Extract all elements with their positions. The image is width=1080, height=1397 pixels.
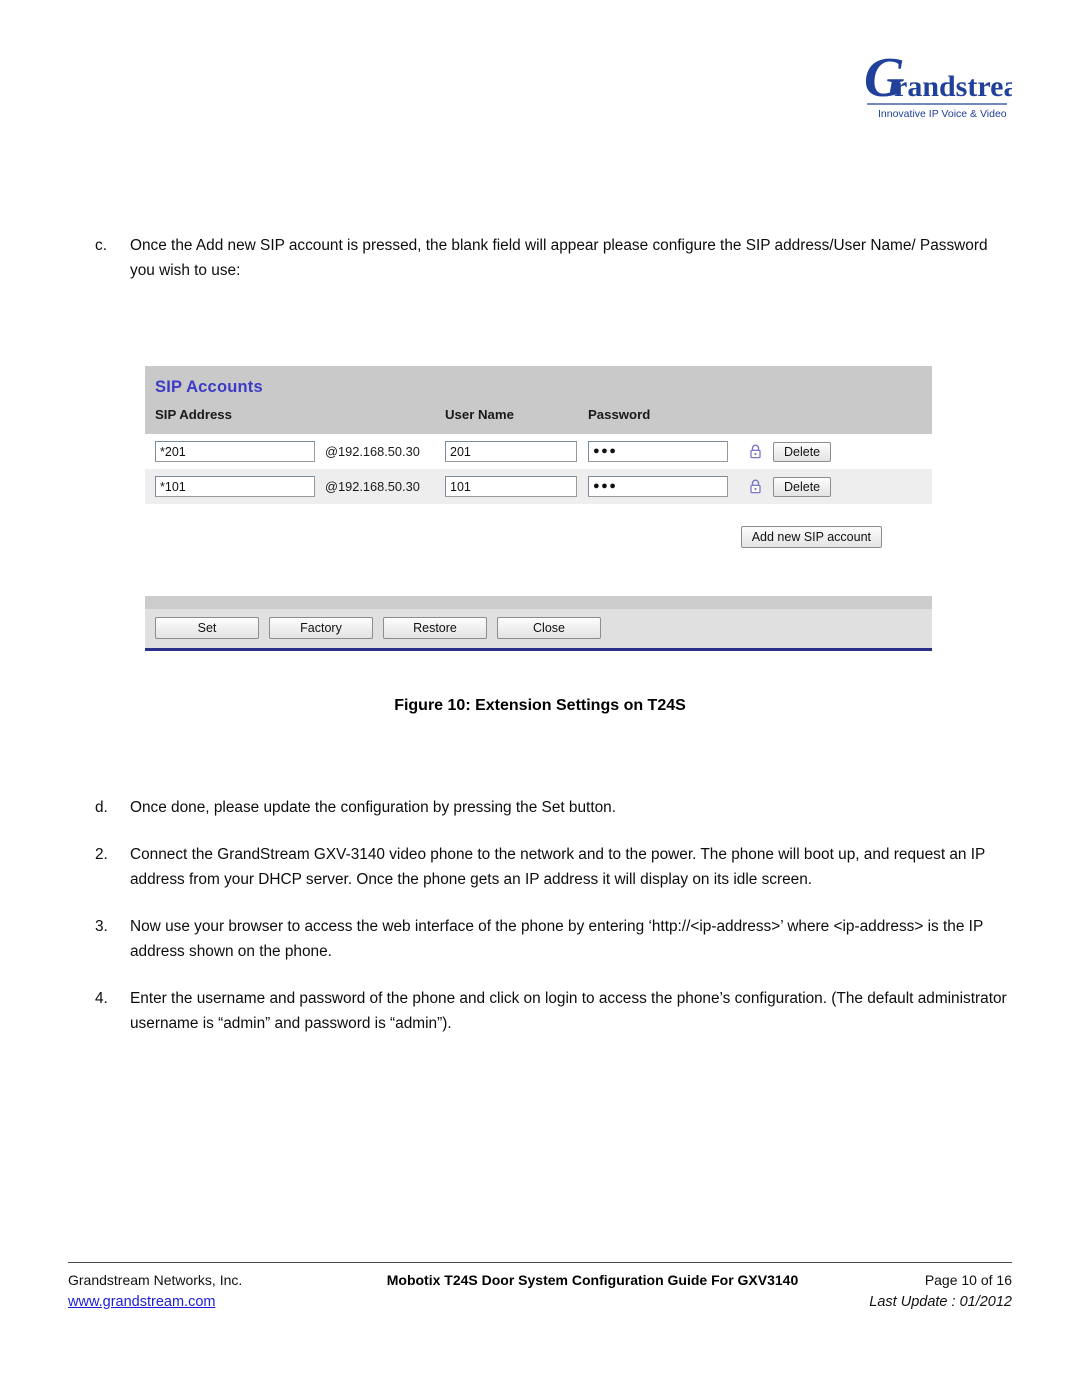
column-header-sip-address: SIP Address	[155, 407, 232, 422]
footer-website-link[interactable]: www.grandstream.com	[68, 1294, 333, 1310]
footer-guide-title: Mobotix T24S Door System Configuration G…	[386, 1272, 799, 1288]
paragraph-c-text: Once the Add new SIP account is pressed,…	[130, 237, 988, 279]
footer-page-number: Page 10 of 16	[924, 1272, 1012, 1288]
lock-icon	[750, 479, 761, 494]
delete-button[interactable]: Delete	[773, 441, 832, 462]
paragraph-d-text: Once done, please update the configurati…	[130, 799, 617, 816]
lock-icon	[750, 444, 761, 459]
sip-panel-toolbar: Set Factory Restore Close	[145, 609, 932, 648]
figure-sip-accounts: SIP Accounts SIP Address User Name Passw…	[145, 366, 932, 651]
add-new-sip-account-button[interactable]: Add new SIP account	[740, 526, 882, 548]
paragraph-2: 2. Connect the GrandStream GXV-3140 vide…	[92, 842, 1008, 892]
toolbar-divider	[145, 596, 932, 609]
paragraph-3-text: Now use your browser to access the web i…	[130, 918, 983, 960]
body-top: c. Once the Add new SIP account is press…	[92, 233, 1004, 283]
sip-host-label: @192.168.50.30	[325, 479, 420, 494]
sip-panel-header: SIP Accounts SIP Address User Name Passw…	[145, 366, 932, 434]
paragraph-4: 4. Enter the username and password of th…	[92, 986, 1008, 1036]
footer-last-update: Last Update : 01/2012	[869, 1294, 1012, 1310]
page-footer: Grandstream Networks, Inc. Mobotix T24S …	[68, 1262, 1012, 1310]
grandstream-logo-icon: G randstream Innovative IP Voice & Video	[864, 47, 1012, 120]
close-button[interactable]: Close	[497, 617, 601, 639]
sip-address-input[interactable]: *201	[155, 441, 315, 462]
password-input[interactable]: ●●●	[588, 476, 728, 497]
sip-panel-body: Add new SIP account	[145, 504, 932, 596]
sip-host-label: @192.168.50.30	[325, 444, 420, 459]
body-bottom: d. Once done, please update the configur…	[92, 795, 1008, 1036]
figure-caption: Figure 10: Extension Settings on T24S	[394, 697, 686, 714]
sip-address-input[interactable]: *101	[155, 476, 315, 497]
paragraph-d: d. Once done, please update the configur…	[92, 795, 1008, 820]
footer-company: Grandstream Networks, Inc.	[68, 1272, 243, 1288]
column-header-password: Password	[588, 407, 651, 422]
table-row: *201 @192.168.50.30 201 ●●● Delete	[145, 434, 932, 469]
password-mask: ●●●	[593, 480, 618, 492]
sip-accounts-panel: SIP Accounts SIP Address User Name Passw…	[145, 366, 932, 651]
paragraph-2-marker: 2.	[95, 846, 108, 863]
paragraph-4-text: Enter the username and password of the p…	[130, 990, 1007, 1032]
paragraph-4-marker: 4.	[95, 990, 108, 1007]
footer-row-primary: Grandstream Networks, Inc. Mobotix T24S …	[68, 1272, 1012, 1288]
svg-text:Innovative IP Voice & Video: Innovative IP Voice & Video	[878, 108, 1007, 120]
paragraph-3-marker: 3.	[95, 918, 108, 935]
sip-table-header-row: SIP Address User Name Password	[155, 407, 932, 428]
paragraph-d-marker: d.	[95, 799, 108, 816]
password-input[interactable]: ●●●	[588, 441, 728, 462]
grandstream-logo: G randstream Innovative IP Voice & Video	[862, 44, 1012, 134]
delete-button[interactable]: Delete	[773, 476, 832, 497]
restore-button[interactable]: Restore	[383, 617, 487, 639]
set-button[interactable]: Set	[155, 617, 259, 639]
footer-row-secondary: www.grandstream.com Last Update : 01/201…	[68, 1294, 1012, 1310]
factory-button[interactable]: Factory	[269, 617, 373, 639]
paragraph-3: 3. Now use your browser to access the we…	[92, 914, 1008, 964]
svg-text:randstream: randstream	[894, 70, 1012, 103]
user-name-input[interactable]: 101	[445, 476, 577, 497]
paragraph-c-marker: c.	[95, 237, 107, 254]
column-header-user-name: User Name	[445, 407, 514, 422]
password-mask: ●●●	[593, 445, 618, 457]
footer-divider	[68, 1262, 1012, 1263]
paragraph-c: c. Once the Add new SIP account is press…	[92, 233, 1004, 283]
table-row: *101 @192.168.50.30 101 ●●● Delete	[145, 469, 932, 504]
paragraph-2-text: Connect the GrandStream GXV-3140 video p…	[130, 846, 986, 888]
user-name-input[interactable]: 201	[445, 441, 577, 462]
sip-panel-title: SIP Accounts	[155, 378, 263, 396]
